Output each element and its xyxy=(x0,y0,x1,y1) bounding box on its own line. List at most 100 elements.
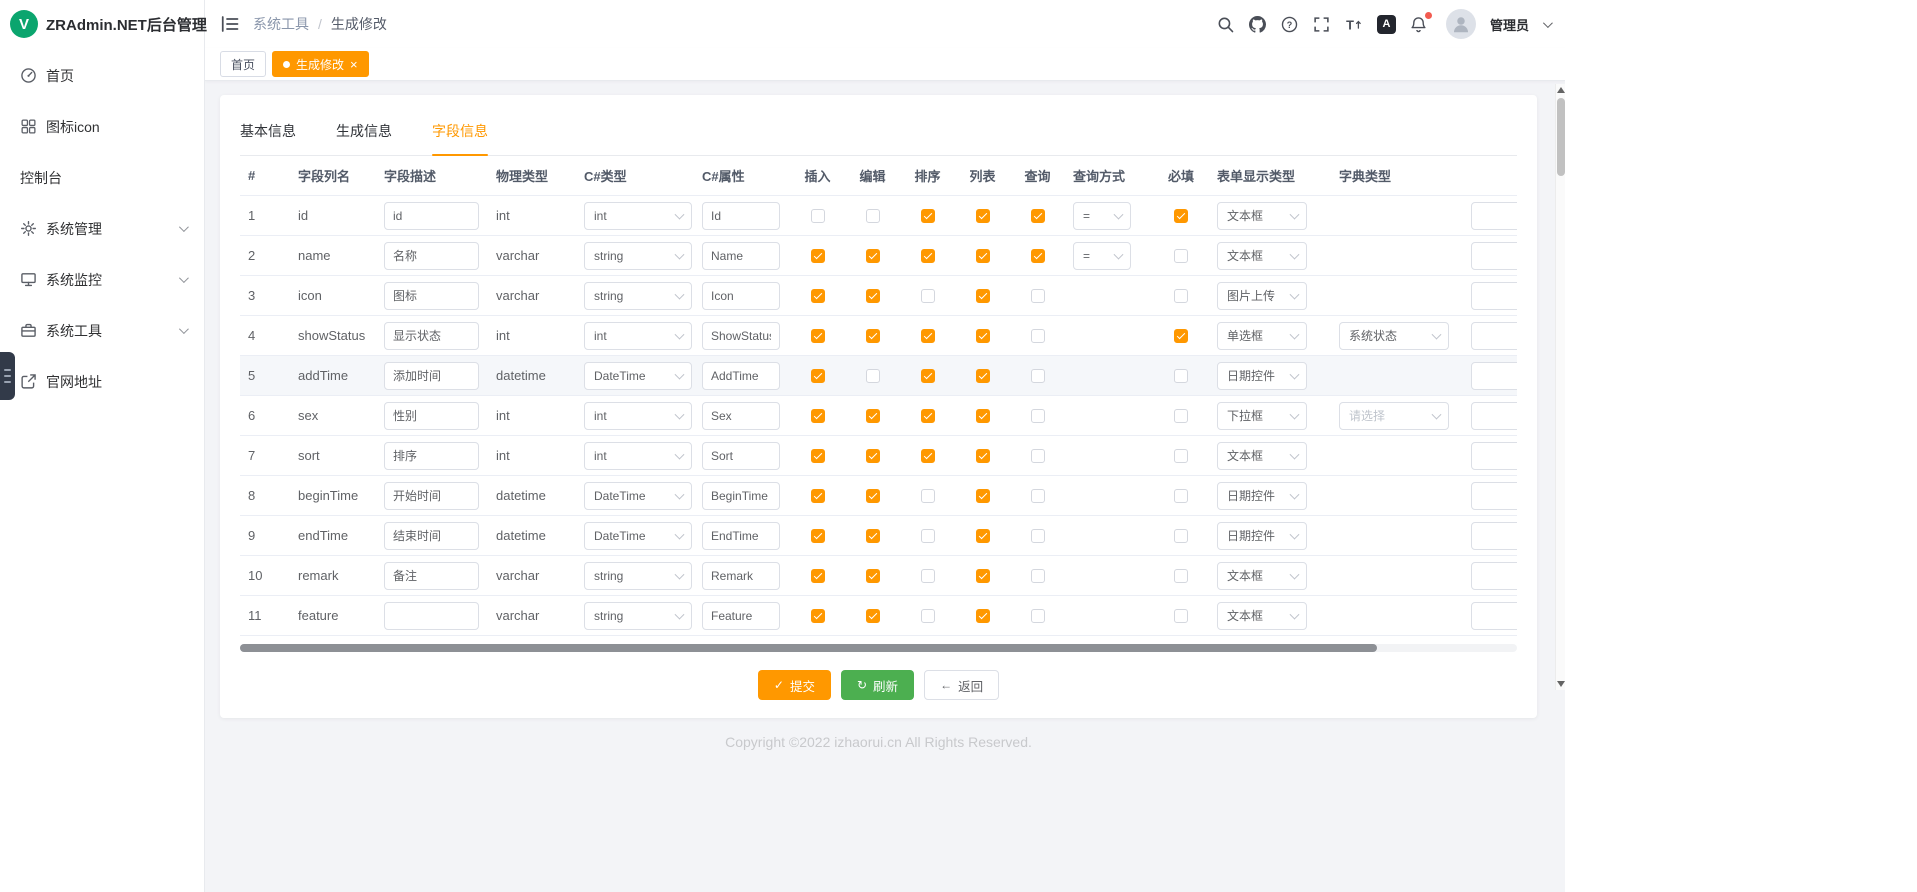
required-checkbox[interactable] xyxy=(1174,529,1188,543)
sort-checkbox[interactable] xyxy=(921,529,935,543)
required-checkbox[interactable] xyxy=(1174,569,1188,583)
display-type-select[interactable]: 日期控件 xyxy=(1217,362,1307,390)
column-description-input[interactable] xyxy=(384,202,479,230)
fullscreen-icon[interactable] xyxy=(1313,15,1331,33)
vertical-scroll-thumb[interactable] xyxy=(1557,98,1565,176)
query-checkbox[interactable] xyxy=(1031,249,1045,263)
vertical-scrollbar[interactable] xyxy=(1555,84,1565,690)
required-checkbox[interactable] xyxy=(1174,409,1188,423)
csharp-type-select[interactable]: DateTime xyxy=(584,482,692,510)
required-checkbox[interactable] xyxy=(1174,249,1188,263)
query-type-select[interactable]: = xyxy=(1073,202,1131,230)
display-type-select[interactable]: 单选框 xyxy=(1217,322,1307,350)
extra-column-input[interactable] xyxy=(1471,322,1517,350)
edit-checkbox[interactable] xyxy=(866,529,880,543)
breadcrumb-parent[interactable]: 系统工具 xyxy=(253,14,309,34)
horizontal-scroll-thumb[interactable] xyxy=(240,644,1377,652)
edit-checkbox[interactable] xyxy=(866,209,880,223)
user-name[interactable]: 管理员 xyxy=(1490,15,1529,34)
extra-column-input[interactable] xyxy=(1471,362,1517,390)
insert-checkbox[interactable] xyxy=(811,329,825,343)
extra-column-input[interactable] xyxy=(1471,562,1517,590)
csharp-property-input[interactable] xyxy=(702,442,780,470)
required-checkbox[interactable] xyxy=(1174,369,1188,383)
insert-checkbox[interactable] xyxy=(811,409,825,423)
query-checkbox[interactable] xyxy=(1031,329,1045,343)
column-description-input[interactable] xyxy=(384,282,479,310)
insert-checkbox[interactable] xyxy=(811,489,825,503)
search-icon[interactable] xyxy=(1217,15,1235,33)
insert-checkbox[interactable] xyxy=(811,369,825,383)
list-checkbox[interactable] xyxy=(976,609,990,623)
sort-checkbox[interactable] xyxy=(921,329,935,343)
tag-close-icon[interactable]: × xyxy=(350,58,358,71)
column-description-input[interactable] xyxy=(384,442,479,470)
csharp-property-input[interactable] xyxy=(702,402,780,430)
user-avatar[interactable] xyxy=(1446,9,1476,39)
column-description-input[interactable] xyxy=(384,522,479,550)
extra-column-input[interactable] xyxy=(1471,522,1517,550)
sidebar-item-home[interactable]: 首页 xyxy=(0,50,204,101)
horizontal-scrollbar[interactable] xyxy=(240,644,1517,652)
help-icon[interactable]: ? xyxy=(1281,15,1299,33)
display-type-select[interactable]: 日期控件 xyxy=(1217,482,1307,510)
list-checkbox[interactable] xyxy=(976,249,990,263)
insert-checkbox[interactable] xyxy=(811,249,825,263)
csharp-type-select[interactable]: int xyxy=(584,322,692,350)
query-checkbox[interactable] xyxy=(1031,529,1045,543)
csharp-type-select[interactable]: string xyxy=(584,242,692,270)
extra-column-input[interactable] xyxy=(1471,402,1517,430)
back-button[interactable]: ← 返回 xyxy=(924,670,999,700)
edit-checkbox[interactable] xyxy=(866,449,880,463)
extra-column-input[interactable] xyxy=(1471,442,1517,470)
list-checkbox[interactable] xyxy=(976,329,990,343)
list-checkbox[interactable] xyxy=(976,489,990,503)
sidebar-item-system-manage[interactable]: 系统管理 xyxy=(0,203,204,254)
list-checkbox[interactable] xyxy=(976,289,990,303)
edit-checkbox[interactable] xyxy=(866,609,880,623)
csharp-property-input[interactable] xyxy=(702,562,780,590)
required-checkbox[interactable] xyxy=(1174,489,1188,503)
insert-checkbox[interactable] xyxy=(811,289,825,303)
bell-icon[interactable] xyxy=(1410,15,1428,33)
csharp-property-input[interactable] xyxy=(702,482,780,510)
edit-checkbox[interactable] xyxy=(866,489,880,503)
tab-field-info[interactable]: 字段信息 xyxy=(432,115,488,155)
required-checkbox[interactable] xyxy=(1174,449,1188,463)
tab-gen-info[interactable]: 生成信息 xyxy=(336,115,392,155)
required-checkbox[interactable] xyxy=(1174,609,1188,623)
extra-column-input[interactable] xyxy=(1471,282,1517,310)
column-description-input[interactable] xyxy=(384,242,479,270)
list-checkbox[interactable] xyxy=(976,209,990,223)
column-description-input[interactable] xyxy=(384,602,479,630)
display-type-select[interactable]: 文本框 xyxy=(1217,442,1307,470)
edit-checkbox[interactable] xyxy=(866,289,880,303)
scroll-up-arrow[interactable] xyxy=(1557,87,1565,93)
required-checkbox[interactable] xyxy=(1174,329,1188,343)
sort-checkbox[interactable] xyxy=(921,489,935,503)
sort-checkbox[interactable] xyxy=(921,249,935,263)
sort-checkbox[interactable] xyxy=(921,369,935,383)
sort-checkbox[interactable] xyxy=(921,449,935,463)
insert-checkbox[interactable] xyxy=(811,569,825,583)
settings-drawer-handle[interactable] xyxy=(0,352,15,400)
scroll-down-arrow[interactable] xyxy=(1557,681,1565,687)
edit-checkbox[interactable] xyxy=(866,369,880,383)
display-type-select[interactable]: 文本框 xyxy=(1217,242,1307,270)
submit-button[interactable]: ✓ 提交 xyxy=(758,670,831,700)
csharp-property-input[interactable] xyxy=(702,322,780,350)
edit-checkbox[interactable] xyxy=(866,569,880,583)
sort-checkbox[interactable] xyxy=(921,289,935,303)
app-logo[interactable]: V ZRAdmin.NET后台管理 xyxy=(0,0,204,48)
list-checkbox[interactable] xyxy=(976,409,990,423)
insert-checkbox[interactable] xyxy=(811,209,825,223)
query-checkbox[interactable] xyxy=(1031,449,1045,463)
csharp-property-input[interactable] xyxy=(702,242,780,270)
csharp-type-select[interactable]: DateTime xyxy=(584,362,692,390)
column-description-input[interactable] xyxy=(384,562,479,590)
csharp-property-input[interactable] xyxy=(702,202,780,230)
sidebar-item-console[interactable]: 控制台 xyxy=(0,152,204,203)
csharp-property-input[interactable] xyxy=(702,522,780,550)
query-checkbox[interactable] xyxy=(1031,409,1045,423)
display-type-select[interactable]: 下拉框 xyxy=(1217,402,1307,430)
